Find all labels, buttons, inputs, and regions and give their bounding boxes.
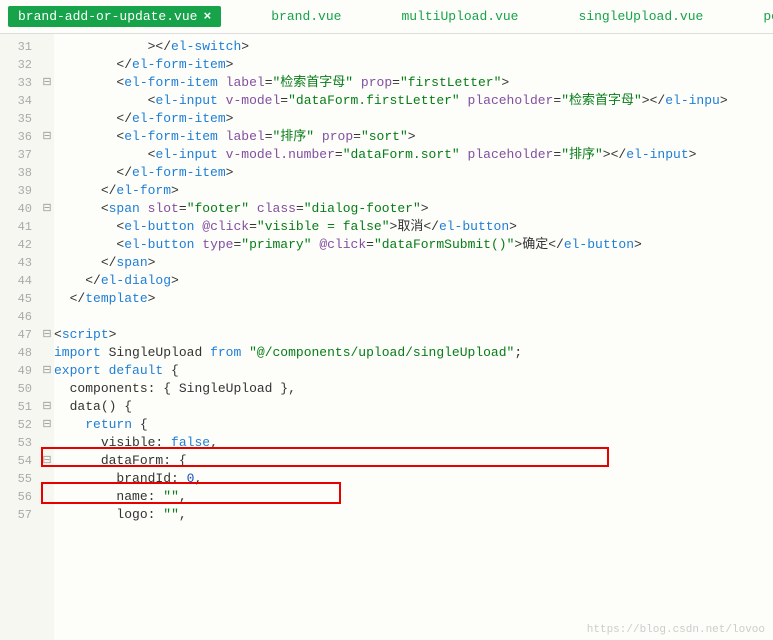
tab-bar: brand-add-or-update.vue × brand.vue mult… (0, 0, 773, 34)
line-number-gutter: 3132333435363738394041424344454647484950… (0, 34, 40, 640)
tab-label: brand.vue (271, 9, 341, 24)
code-area[interactable]: ></el-switch> </el-form-item> <el-form-i… (54, 34, 773, 640)
watermark: https://blog.csdn.net/lovoo (587, 624, 765, 636)
tab-label: policy.js (763, 9, 773, 24)
tab-label: brand-add-or-update.vue (18, 9, 197, 24)
tab-label: multiUpload.vue (401, 9, 518, 24)
fold-column: ⊟⊟⊟⊟⊟⊟⊟⊟ (40, 34, 54, 640)
close-icon[interactable]: × (203, 9, 211, 24)
tab-active[interactable]: brand-add-or-update.vue × (8, 6, 221, 27)
tab-item[interactable]: brand.vue (261, 6, 351, 27)
tab-item[interactable]: multiUpload.vue (391, 6, 528, 27)
tab-label: singleUpload.vue (579, 9, 704, 24)
code-editor[interactable]: 3132333435363738394041424344454647484950… (0, 34, 773, 640)
tab-item[interactable]: policy.js (753, 6, 773, 27)
tab-item[interactable]: singleUpload.vue (569, 6, 714, 27)
